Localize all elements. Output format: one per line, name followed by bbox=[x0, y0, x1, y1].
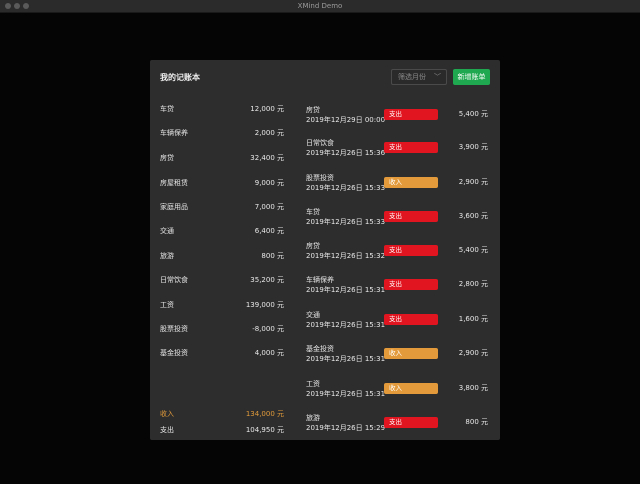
summary-value: 139,000 元 bbox=[245, 301, 284, 309]
expense-total-row: 支出 104,950 元 bbox=[160, 425, 284, 439]
expense-total-value: 104,950 元 bbox=[245, 426, 284, 434]
record-amount: 3,600 元 bbox=[458, 212, 488, 220]
record-item[interactable]: 工资 2019年12月26日 15:31 收入 3,800 元 bbox=[306, 379, 488, 407]
record-item[interactable]: 日常饮食 2019年12月26日 15:36 支出 3,900 元 bbox=[306, 138, 488, 166]
record-type-badge: 支出 bbox=[384, 314, 438, 325]
record-amount: 2,900 元 bbox=[458, 178, 488, 186]
record-time: 2019年12月26日 15:31 bbox=[306, 355, 386, 363]
record-category: 房贷 bbox=[306, 242, 320, 250]
summary-category: 旅游 bbox=[160, 252, 174, 260]
record-amount: 2,900 元 bbox=[458, 349, 488, 357]
record-type-badge: 支出 bbox=[384, 142, 438, 153]
record-time: 2019年12月26日 15:32 bbox=[306, 252, 386, 260]
record-type-badge: 支出 bbox=[384, 211, 438, 222]
income-total-value: 134,000 元 bbox=[245, 410, 284, 418]
summary-value: 800 元 bbox=[261, 252, 284, 260]
summary-row: 工资 139,000 元 bbox=[160, 300, 284, 314]
record-time: 2019年12月26日 15:36 bbox=[306, 149, 386, 157]
record-category: 股票投资 bbox=[306, 174, 334, 182]
record-amount: 2,800 元 bbox=[458, 280, 488, 288]
summary-row: 股票投资 -8,000 元 bbox=[160, 324, 284, 338]
summary-category: 基金投资 bbox=[160, 349, 188, 357]
summary-category: 日常饮食 bbox=[160, 276, 188, 284]
summary-row: 旅游 800 元 bbox=[160, 251, 284, 265]
record-type-badge: 支出 bbox=[384, 279, 438, 290]
record-category: 工资 bbox=[306, 380, 320, 388]
record-amount: 3,800 元 bbox=[458, 384, 488, 392]
record-amount: 800 元 bbox=[465, 418, 488, 426]
record-category: 车辆保养 bbox=[306, 276, 334, 284]
summary-value: 35,200 元 bbox=[250, 276, 284, 284]
record-type-badge: 收入 bbox=[384, 348, 438, 359]
record-time: 2019年12月26日 15:31 bbox=[306, 286, 386, 294]
panel-title: 我的记账本 bbox=[160, 73, 200, 82]
month-filter-select[interactable]: 筛选月份 ﹀ bbox=[391, 69, 447, 85]
record-time: 2019年12月26日 15:33 bbox=[306, 184, 386, 192]
record-item[interactable]: 车贷 2019年12月26日 15:33 支出 3,600 元 bbox=[306, 207, 488, 235]
summary-value: 7,000 元 bbox=[254, 203, 284, 211]
record-item[interactable]: 房贷 2019年12月26日 15:32 支出 5,400 元 bbox=[306, 241, 488, 269]
summary-category: 家庭用品 bbox=[160, 203, 188, 211]
record-item[interactable]: 房贷 2019年12月29日 00:00 支出 5,400 元 bbox=[306, 105, 488, 133]
summary-category: 股票投资 bbox=[160, 325, 188, 333]
record-category: 交通 bbox=[306, 311, 320, 319]
record-item[interactable]: 交通 2019年12月26日 15:31 支出 1,600 元 bbox=[306, 310, 488, 338]
record-item[interactable]: 车辆保养 2019年12月26日 15:31 支出 2,800 元 bbox=[306, 275, 488, 303]
summary-value: 2,000 元 bbox=[254, 129, 284, 137]
summary-row: 车辆保养 2,000 元 bbox=[160, 128, 284, 142]
summary-category: 房屋租赁 bbox=[160, 179, 188, 187]
summary-value: 12,000 元 bbox=[250, 105, 284, 113]
record-amount: 3,900 元 bbox=[458, 143, 488, 151]
expense-total-label: 支出 bbox=[160, 426, 174, 434]
summary-row: 车贷 12,000 元 bbox=[160, 104, 284, 118]
record-type-badge: 支出 bbox=[384, 417, 438, 428]
summary-row: 房贷 32,400 元 bbox=[160, 153, 284, 167]
summary-category: 车辆保养 bbox=[160, 129, 188, 137]
summary-row: 交通 6,400 元 bbox=[160, 226, 284, 240]
summary-row: 基金投资 4,000 元 bbox=[160, 348, 284, 362]
summary-value: 4,000 元 bbox=[254, 349, 284, 357]
record-category: 车贷 bbox=[306, 208, 320, 216]
summary-value: 9,000 元 bbox=[254, 179, 284, 187]
summary-value: 6,400 元 bbox=[254, 227, 284, 235]
month-filter-placeholder: 筛选月份 bbox=[398, 73, 426, 81]
record-category: 房贷 bbox=[306, 106, 320, 114]
record-time: 2019年12月26日 15:31 bbox=[306, 321, 386, 329]
window-titlebar: XMind Demo bbox=[0, 0, 640, 13]
summary-category: 房贷 bbox=[160, 154, 174, 162]
window-title: XMind Demo bbox=[297, 2, 343, 10]
ledger-panel: 我的记账本 筛选月份 ﹀ 新增账单 车贷 12,000 元 车辆保养 2,000 元… bbox=[150, 60, 500, 440]
summary-row: 日常饮食 35,200 元 bbox=[160, 275, 284, 289]
record-category: 日常饮食 bbox=[306, 139, 334, 147]
record-type-badge: 支出 bbox=[384, 109, 438, 120]
record-item[interactable]: 股票投资 2019年12月26日 15:33 收入 2,900 元 bbox=[306, 173, 488, 201]
summary-value: 32,400 元 bbox=[250, 154, 284, 162]
summary-value: -8,000 元 bbox=[252, 325, 284, 333]
add-bill-button[interactable]: 新增账单 bbox=[453, 69, 490, 85]
chevron-down-icon: ﹀ bbox=[434, 73, 441, 81]
summary-category: 工资 bbox=[160, 301, 174, 309]
record-type-badge: 收入 bbox=[384, 177, 438, 188]
record-type-badge: 收入 bbox=[384, 383, 438, 394]
record-item[interactable]: 旅游 2019年12月26日 15:29 支出 800 元 bbox=[306, 413, 488, 441]
summary-row: 家庭用品 7,000 元 bbox=[160, 202, 284, 216]
record-amount: 5,400 元 bbox=[458, 110, 488, 118]
income-total-label: 收入 bbox=[160, 410, 174, 418]
summary-category: 车贷 bbox=[160, 105, 174, 113]
record-amount: 5,400 元 bbox=[458, 246, 488, 254]
record-time: 2019年12月26日 15:33 bbox=[306, 218, 386, 226]
record-time: 2019年12月26日 15:31 bbox=[306, 390, 386, 398]
record-category: 基金投资 bbox=[306, 345, 334, 353]
record-time: 2019年12月26日 15:29 bbox=[306, 424, 386, 432]
record-item[interactable]: 基金投资 2019年12月26日 15:31 收入 2,900 元 bbox=[306, 344, 488, 372]
record-amount: 1,600 元 bbox=[458, 315, 488, 323]
summary-category: 交通 bbox=[160, 227, 174, 235]
record-type-badge: 支出 bbox=[384, 245, 438, 256]
record-time: 2019年12月29日 00:00 bbox=[306, 116, 386, 124]
record-category: 旅游 bbox=[306, 414, 320, 422]
income-total-row: 收入 134,000 元 bbox=[160, 409, 284, 423]
summary-row: 房屋租赁 9,000 元 bbox=[160, 178, 284, 192]
